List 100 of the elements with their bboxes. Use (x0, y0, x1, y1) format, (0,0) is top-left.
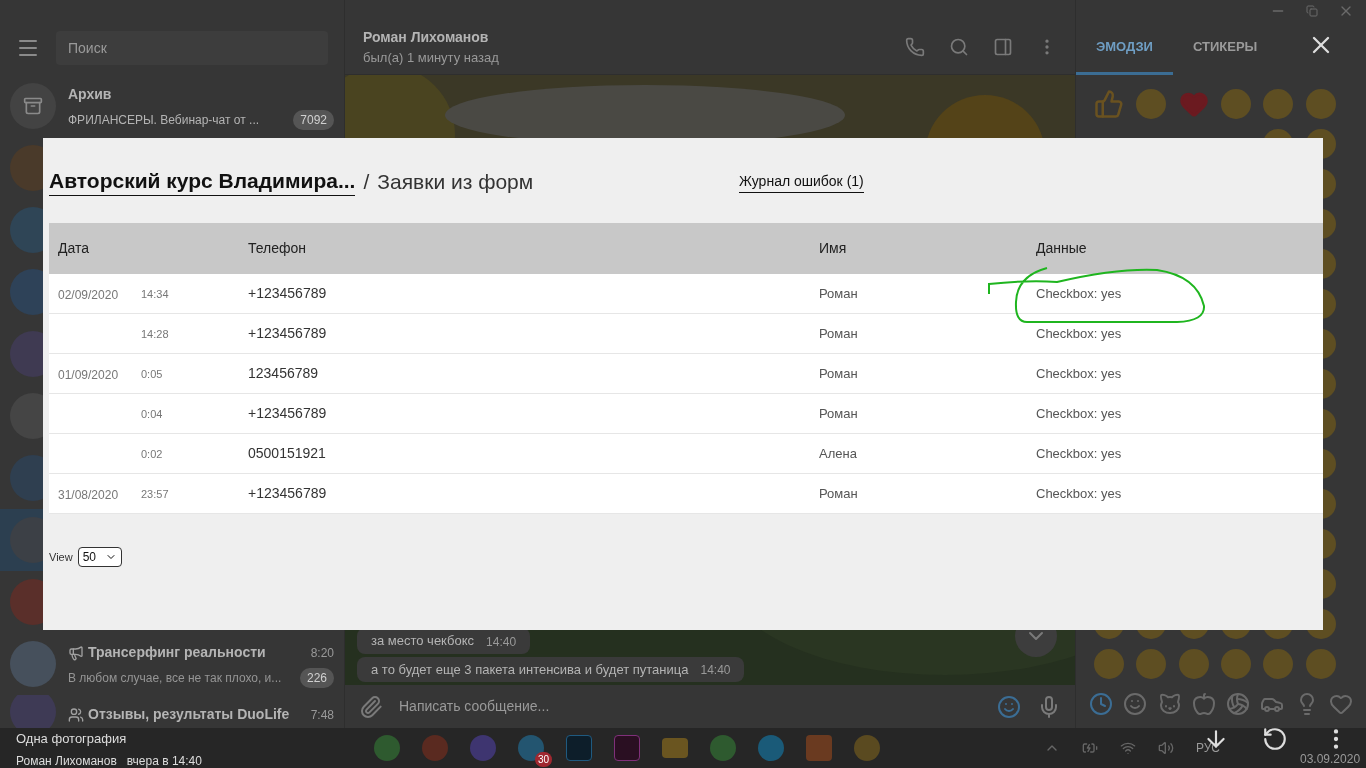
name-cell-text: Роман (819, 324, 859, 343)
phone-icon[interactable] (905, 37, 925, 57)
data-cell-text: Checkbox: yes (1036, 444, 1123, 463)
column-header: Дата (57, 239, 90, 258)
message-text: а то будет еще 3 пакета интенсива и будет путаница (371, 660, 689, 679)
heart-icon[interactable] (1328, 692, 1353, 716)
photo-title: Одна фотография (16, 730, 127, 748)
page-title: Заявки из форм (377, 168, 534, 195)
app-icon[interactable] (854, 735, 880, 761)
phone-cell-text: +123456789 (248, 324, 328, 343)
app-icon[interactable] (566, 735, 592, 761)
clock-icon[interactable] (1089, 692, 1114, 716)
column-header: Данные (1036, 239, 1088, 258)
emoji-icon[interactable] (1094, 649, 1124, 679)
message-time: 14:40 (700, 662, 731, 679)
date-cell-text: 02/09/2020 (57, 287, 120, 304)
emoji-icon[interactable] (1178, 649, 1209, 679)
volume-icon[interactable] (1157, 740, 1174, 756)
page-size-select[interactable]: 50 (77, 547, 122, 567)
data-cell-text: Checkbox: yes (1036, 364, 1123, 383)
column-header: Телефон (248, 239, 308, 258)
breadcrumb-link[interactable]: Авторский курс Владимира... (49, 167, 356, 196)
smile-icon[interactable] (1123, 692, 1148, 716)
emoji-icon[interactable] (1263, 89, 1294, 119)
phone-cell-text: 0500151921 (248, 444, 327, 463)
date-cell-text: 31/08/2020 (57, 487, 120, 504)
thumbs-up-icon[interactable] (1094, 89, 1124, 119)
time-cell-text: 0:04 (141, 407, 164, 422)
group-icon (68, 706, 84, 723)
attach-icon[interactable] (359, 694, 383, 719)
avatar (10, 695, 56, 728)
time-cell-text: 0:02 (141, 447, 164, 462)
data-cell-text: Checkbox: yes (1036, 484, 1123, 503)
unread-badge: 30 (534, 752, 552, 767)
breadcrumb-separator: / (363, 168, 370, 195)
time-cell-text: 14:28 (141, 327, 170, 342)
search-field[interactable]: Поиск (56, 30, 328, 65)
column-header: Имя (819, 239, 848, 258)
chat-name: Трансерфинг реальности (88, 643, 266, 662)
battery-icon[interactable] (1081, 740, 1098, 756)
clock-date[interactable]: 03.09.2020 (1300, 750, 1361, 768)
app-icon[interactable] (614, 735, 640, 761)
name-cell-text: Роман (819, 404, 859, 423)
date-cell-text: 01/09/2020 (57, 367, 120, 384)
error-log-link[interactable]: Журнал ошибок (1) (739, 170, 864, 193)
app-icon[interactable] (710, 735, 736, 761)
name-cell-text: Алена (819, 444, 858, 463)
cat-icon[interactable] (1157, 692, 1182, 716)
name-cell-text: Роман (819, 484, 859, 503)
name-cell-text: Роман (819, 364, 859, 383)
phone-cell-text: +123456789 (248, 404, 328, 423)
apple-icon[interactable] (1191, 692, 1216, 716)
contact-name: Роман Лихоманов (363, 27, 490, 47)
app-icon[interactable] (758, 735, 784, 761)
emoji-icon[interactable] (1305, 649, 1336, 679)
avatar (10, 641, 56, 687)
view-label: View (49, 549, 73, 565)
panel-icon[interactable] (993, 37, 1013, 57)
smile-icon[interactable] (997, 694, 1021, 719)
chat-name: Архив (68, 85, 112, 104)
message-text: за место чекбокс (371, 632, 475, 650)
contact-status: был(а) 1 минуту назад (363, 48, 500, 67)
panel-tab[interactable]: ЭМОДЗИ (1076, 22, 1173, 75)
emoji-icon[interactable] (1136, 89, 1167, 119)
emoji-icon[interactable] (1221, 89, 1251, 119)
photo-date[interactable]: вчера в 14:40 (126, 751, 202, 768)
ball-icon[interactable] (1226, 692, 1251, 716)
phone-cell-text: +123456789 (248, 484, 328, 503)
unread-badge: 226 (299, 668, 334, 688)
time-cell-text: 0:05 (141, 367, 164, 382)
time-cell-text: 23:57 (141, 487, 170, 502)
emoji-icon[interactable] (1136, 649, 1167, 679)
search-icon[interactable] (949, 37, 969, 57)
phone-cell-text: +123456789 (248, 284, 328, 303)
chat-time: 7:48 (310, 706, 334, 724)
data-cell-text: Checkbox: yes (1036, 404, 1123, 423)
wifi-icon[interactable] (1119, 740, 1136, 756)
data-cell-text: Checkbox: yes (1036, 324, 1123, 343)
megaphone-icon (68, 644, 84, 661)
folder-icon[interactable] (662, 738, 688, 758)
message-field[interactable]: Написать сообщение... (399, 696, 981, 717)
app-icon[interactable] (374, 735, 400, 761)
unread-badge: 7092 (293, 110, 334, 130)
emoji-icon[interactable] (1305, 89, 1336, 119)
chat-preview: ФРИЛАНСЕРЫ. Вебинар-чат от ... (68, 112, 261, 129)
data-cell-text: Checkbox: yes (1036, 284, 1123, 303)
emoji-icon[interactable] (1221, 649, 1251, 679)
chat-preview: В любом случае, все не так плохо, и... (68, 670, 283, 687)
name-cell-text: Роман (819, 284, 859, 303)
message-time: 14:40 (486, 633, 517, 651)
restore-icon[interactable] (1306, 5, 1318, 17)
emoji-icon[interactable] (1263, 649, 1294, 679)
chat-name: Отзывы, результаты DuoLife (88, 705, 290, 724)
panel-tab[interactable]: СТИКЕРЫ (1172, 22, 1278, 75)
time-cell-text: 14:34 (141, 287, 170, 302)
chat-time: 8:20 (310, 644, 334, 662)
phone-cell-text: 123456789 (248, 364, 320, 383)
rotate-icon[interactable] (1262, 726, 1288, 752)
archive-icon (23, 96, 43, 116)
photo-author[interactable]: Роман Лихоманов (16, 751, 117, 768)
